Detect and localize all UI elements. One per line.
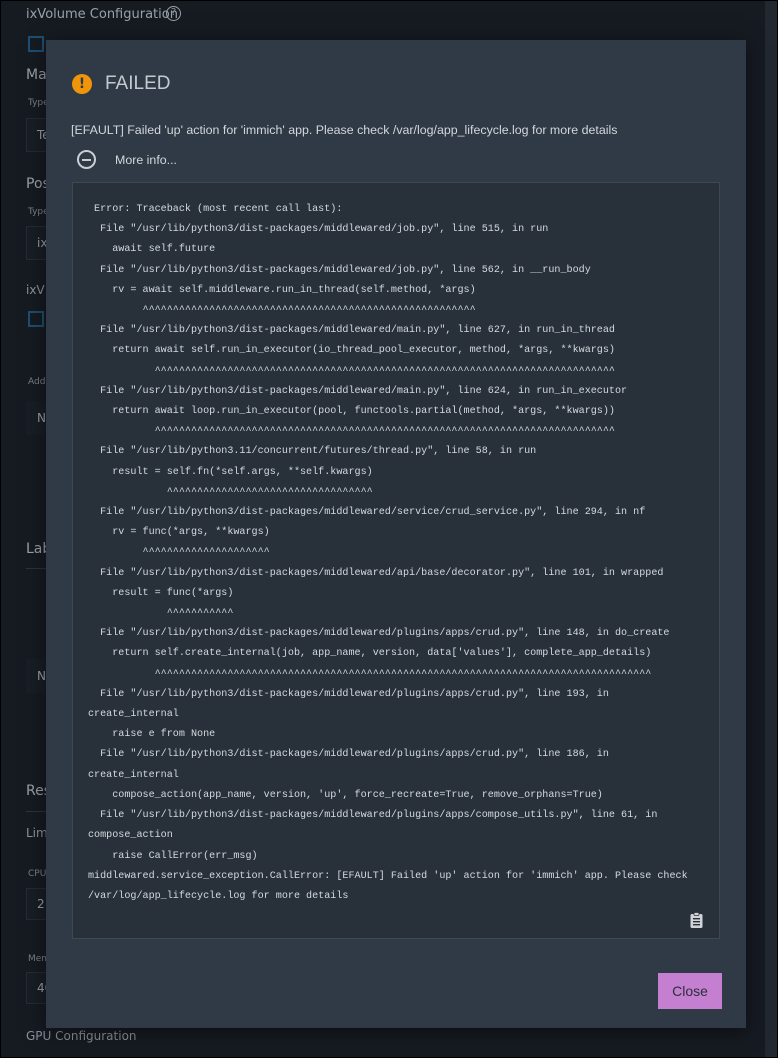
traceback-box: Error: Traceback (most recent call last)… [72,182,720,939]
traceback-line: result = func(*args) [88,587,234,599]
traceback-line: return self.create_internal(job, app_nam… [88,648,652,660]
scrollbar[interactable] [765,1,777,1057]
traceback-line: File "/usr/lib/python3/dist-packages/mid… [88,567,664,579]
traceback-line: middlewared.service_exception.CallError:… [88,870,688,882]
more-info-toggle[interactable]: More info... [77,150,177,169]
traceback-line: File "/usr/lib/python3/dist-packages/mid… [88,507,646,519]
traceback-line: raise e from None [88,729,216,741]
dialog-header: ! FAILED [72,73,170,95]
traceback-line: raise CallError(err_msg) [88,850,258,862]
traceback-line: ^^^^^^^^^^^^^^^^^^^^^ [88,547,270,559]
traceback-line: create_internal [88,709,179,721]
checkbox[interactable] [28,36,44,52]
collapse-icon [77,150,96,169]
traceback-line: ^^^^^^^^^^^^^^^^^^^^^^^^^^^^^^^^^^ [88,486,373,498]
ixvolume-section-heading: ixVolume Configuration [26,7,178,22]
traceback-line: create_internal [88,769,179,781]
ixvolume-label: ixV [26,283,45,297]
traceback-line: ^^^^^^^^^^^^^^^^^^^^^^^^^^^^^^^^^^^^^^^^… [88,426,615,438]
error-dialog: ! FAILED [EFAULT] Failed 'up' action for… [46,40,746,1028]
warning-icon: ! [72,74,92,94]
traceback-line: await self.future [88,244,216,256]
traceback-line: rv = await self.middleware.run_in_thread… [88,284,476,296]
traceback-line: compose_action [88,830,173,842]
gpu-heading: GPU Configuration [26,1029,137,1043]
traceback-line: Error: Traceback (most recent call last)… [88,204,343,215]
add-label: Add [28,377,46,387]
traceback-line: File "/usr/lib/python3/dist-packages/mid… [88,264,591,276]
traceback-line: ^^^^^^^^^^^ [88,608,234,620]
traceback-line: rv = func(*args, **kwargs) [88,527,270,539]
traceback-line: File "/usr/lib/python3/dist-packages/mid… [88,224,549,236]
traceback-line: result = self.fn(*self.args, **self.kwar… [88,466,373,478]
traceback-line: return await self.run_in_executor(io_thr… [88,345,615,357]
more-info-label: More info... [115,152,177,167]
copy-to-clipboard-icon[interactable] [690,912,703,928]
traceback-line: /var/log/app_lifecycle.log for more deta… [88,890,349,902]
traceback-line: File "/usr/lib/python3/dist-packages/mid… [88,749,609,761]
dialog-title: FAILED [105,73,171,94]
help-icon[interactable]: ? [166,6,181,21]
traceback-line: ^^^^^^^^^^^^^^^^^^^^^^^^^^^^^^^^^^^^^^^^… [88,365,615,377]
traceback-line: ^^^^^^^^^^^^^^^^^^^^^^^^^^^^^^^^^^^^^^^^… [88,668,652,680]
traceback-line: File "/usr/lib/python3/dist-packages/mid… [88,688,609,700]
traceback-text: Error: Traceback (most recent call last)… [88,200,688,907]
traceback-line: File "/usr/lib/python3/dist-packages/mid… [88,385,628,397]
traceback-line: compose_action(app_name, version, 'up', … [88,789,603,801]
app-configuration-page: ixVolume Configuration ? Mac Type Te Pos… [1,1,777,1057]
traceback-line: File "/usr/lib/python3/dist-packages/mid… [88,325,615,337]
limits-label: Lim [26,826,48,840]
traceback-line: File "/usr/lib/python3/dist-packages/mid… [88,810,658,822]
close-button[interactable]: Close [658,973,722,1009]
error-message: [EFAULT] Failed 'up' action for 'immich'… [71,123,618,137]
cpu-label: CPU [28,869,47,879]
traceback-line: File "/usr/lib/python3/dist-packages/mid… [88,628,670,640]
checkbox[interactable] [28,311,44,327]
traceback-line: return await loop.run_in_executor(pool, … [88,406,615,418]
traceback-line: File "/usr/lib/python3.11/concurrent/fut… [88,446,537,458]
traceback-line: ^^^^^^^^^^^^^^^^^^^^^^^^^^^^^^^^^^^^^^^^… [88,305,476,317]
